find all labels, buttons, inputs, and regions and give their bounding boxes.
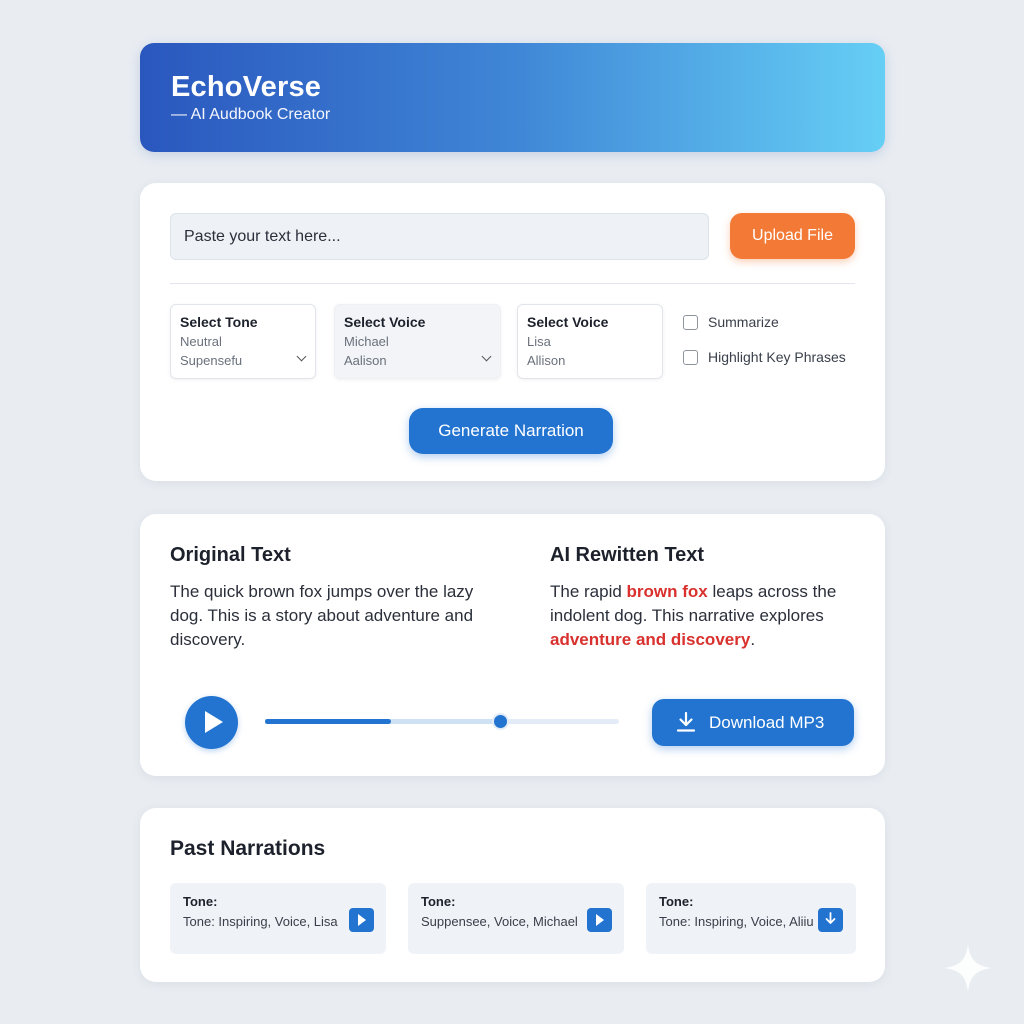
key-phrase-highlight: adventure and discovery bbox=[550, 630, 751, 649]
audio-progress-bar[interactable] bbox=[265, 713, 619, 730]
past-narration-description: Tone: Inspiring, Voice, Lisa bbox=[183, 914, 338, 929]
tone-select[interactable]: Select Tone Neutral Supensefu bbox=[170, 304, 316, 379]
past-narration-description: Tone: Inspiring, Voice, Aliiu bbox=[659, 914, 814, 929]
past-narration-item[interactable]: Tone: Tone: Inspiring, Voice, Aliiu bbox=[646, 883, 856, 954]
tone-option: Supensefu bbox=[180, 353, 243, 368]
past-narration-play-button[interactable] bbox=[587, 908, 612, 932]
input-panel: Upload File Select Tone Neutral Supensef… bbox=[140, 183, 885, 481]
checkbox[interactable] bbox=[683, 349, 698, 365]
highlight-key-phrases-checkbox[interactable]: Highlight Key Phrases bbox=[683, 349, 846, 365]
app-header: EchoVerse — AI Audbook Creator bbox=[140, 43, 885, 152]
played-fill bbox=[265, 719, 391, 724]
summarize-checkbox[interactable]: Summarize bbox=[683, 314, 779, 330]
checkbox[interactable] bbox=[683, 314, 698, 330]
voice-select[interactable]: Select Voice Michael Aalison bbox=[334, 304, 501, 379]
download-mp3-label: Download MP3 bbox=[709, 713, 825, 732]
past-narration-tone-label: Tone: bbox=[421, 894, 456, 909]
tone-select-label: Select Tone bbox=[180, 314, 258, 330]
rewritten-text-segment: . bbox=[750, 630, 756, 649]
divider bbox=[170, 283, 855, 284]
text-input[interactable] bbox=[170, 213, 709, 260]
voice-option: Aalison bbox=[344, 353, 387, 368]
tone-option: Neutral bbox=[180, 334, 222, 349]
past-narration-tone-label: Tone: bbox=[659, 894, 694, 909]
progress-handle[interactable] bbox=[492, 713, 510, 730]
past-narration-tone-label: Tone: bbox=[183, 894, 218, 909]
highlight-key-phrases-label: Highlight Key Phrases bbox=[708, 349, 846, 365]
app-title: EchoVerse bbox=[171, 71, 322, 103]
comparison-panel: Original Text The quick brown fox jumps … bbox=[140, 514, 885, 776]
download-mp3-button[interactable]: Download MP3 bbox=[652, 699, 854, 746]
app-subtitle: — AI Audbook Creator bbox=[171, 106, 331, 123]
download-icon bbox=[825, 912, 836, 924]
play-icon bbox=[205, 711, 223, 733]
rewritten-text-body: The rapid brown fox leaps across the ind… bbox=[550, 580, 870, 652]
rewritten-text-segment: The rapid bbox=[550, 582, 627, 601]
upload-file-button[interactable]: Upload File bbox=[730, 213, 855, 259]
past-narrations-title: Past Narrations bbox=[170, 837, 326, 860]
download-icon bbox=[676, 711, 696, 732]
play-button[interactable] bbox=[185, 696, 238, 749]
play-icon bbox=[358, 914, 366, 926]
voice-select-secondary[interactable]: Select Voice Lisa Allison bbox=[517, 304, 663, 379]
past-narration-play-button[interactable] bbox=[349, 908, 374, 932]
voice-option: Michael bbox=[344, 334, 389, 349]
original-text-body: The quick brown fox jumps over the lazy … bbox=[170, 582, 474, 649]
rewritten-text-title: AI Rewitten Text bbox=[550, 544, 705, 566]
past-narration-description: Suppensee, Voice, Michael bbox=[421, 914, 578, 929]
voice-select-label: Select Voice bbox=[527, 314, 609, 330]
sparkle-icon bbox=[944, 944, 992, 992]
play-icon bbox=[596, 914, 604, 926]
voice-option: Lisa bbox=[527, 334, 551, 349]
generate-narration-button[interactable]: Generate Narration bbox=[409, 408, 613, 454]
past-narration-item[interactable]: Tone: Suppensee, Voice, Michael bbox=[408, 883, 624, 954]
past-narration-item[interactable]: Tone: Tone: Inspiring, Voice, Lisa bbox=[170, 883, 386, 954]
key-phrase-highlight: brown fox bbox=[626, 582, 708, 601]
summarize-label: Summarize bbox=[708, 314, 779, 330]
past-narrations-panel: Past Narrations Tone: Tone: Inspiring, V… bbox=[140, 808, 885, 982]
voice-option: Allison bbox=[527, 353, 566, 368]
voice-select-label: Select Voice bbox=[344, 314, 426, 330]
original-text-title: Original Text bbox=[170, 544, 291, 566]
past-narration-download-button[interactable] bbox=[818, 908, 843, 932]
